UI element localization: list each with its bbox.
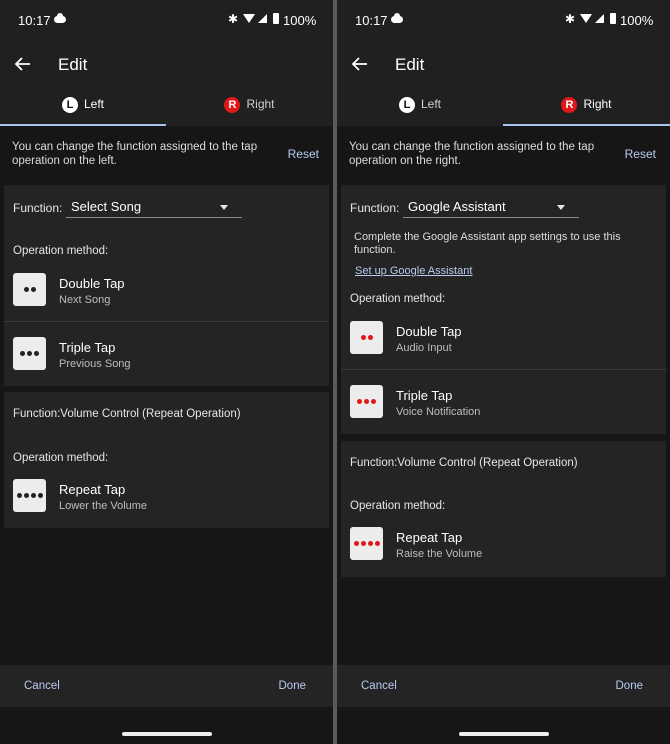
done-button[interactable]: Done <box>616 680 644 692</box>
signal-icon <box>595 14 604 23</box>
function-select[interactable]: Google Assistant <box>403 196 579 218</box>
tab-right-label: Right <box>246 97 275 111</box>
setup-assistant-link[interactable]: Set up Google Assistant <box>355 265 472 277</box>
status-time: 10:17 <box>355 13 388 28</box>
tab-left[interactable]: L Left <box>337 96 503 126</box>
operation-triple-tap: Triple Tap Voice Notification <box>341 370 666 434</box>
status-time: 10:17 <box>18 13 51 28</box>
operation-method-label: Operation method: <box>350 293 446 305</box>
function-label: Function: <box>350 201 400 215</box>
operation-triple-tap: Triple Tap Previous Song <box>4 322 329 386</box>
left-badge-icon: L <box>398 97 415 113</box>
bluetooth-icon: ✱ <box>565 12 576 26</box>
volume-card: Function:Volume Control (Repeat Operatio… <box>4 392 329 528</box>
double-tap-icon <box>13 273 46 306</box>
phone-screen-left: 10:17 ✱ 100% Edit L Left R Right You can… <box>0 0 333 744</box>
wifi-icon <box>243 14 255 23</box>
repeat-tap-icon <box>350 527 383 560</box>
gesture-nav-bar <box>0 707 333 744</box>
cloud-icon <box>54 13 66 23</box>
intro-description: You can change the function assigned to … <box>349 141 595 167</box>
bottom-action-bar: Cancel Done <box>337 665 670 707</box>
tab-left[interactable]: L Left <box>0 96 166 126</box>
bluetooth-icon: ✱ <box>228 12 239 26</box>
dropdown-caret-icon <box>557 205 565 210</box>
battery-percent: 100% <box>620 13 654 28</box>
bottom-action-bar: Cancel Done <box>0 665 333 707</box>
operation-sub: Voice Notification <box>396 406 481 418</box>
dropdown-caret-icon <box>220 205 228 210</box>
function-select-value: Select Song <box>71 199 142 214</box>
volume-function-label: Function:Volume Control (Repeat Operatio… <box>350 457 578 469</box>
battery-icon <box>273 13 279 24</box>
back-arrow-icon[interactable] <box>13 54 33 74</box>
operation-sub: Previous Song <box>59 358 131 370</box>
cancel-button[interactable]: Cancel <box>361 680 397 692</box>
tab-left-label: Left <box>420 97 441 111</box>
operation-method-label: Operation method: <box>350 500 446 512</box>
assistant-note: Complete the Google Assistant app settin… <box>354 231 621 256</box>
app-bar: Edit L Left R Right <box>337 40 670 126</box>
cancel-button[interactable]: Cancel <box>24 680 60 692</box>
operation-sub: Next Song <box>59 294 111 306</box>
function-card: Function: Google Assistant Complete the … <box>341 185 666 434</box>
status-bar: 10:17 ✱ 100% <box>0 0 333 40</box>
operation-sub: Audio Input <box>396 342 452 354</box>
volume-card: Function:Volume Control (Repeat Operatio… <box>341 441 666 577</box>
operation-method-label: Operation method: <box>13 245 109 257</box>
page-title: Edit <box>58 55 88 74</box>
intro-description: You can change the function assigned to … <box>12 141 258 167</box>
operation-name: Triple Tap <box>59 340 116 355</box>
repeat-tap-icon <box>13 479 46 512</box>
tab-right-label: Right <box>583 97 612 111</box>
operation-name: Triple Tap <box>396 388 453 403</box>
function-select[interactable]: Select Song <box>66 196 242 218</box>
operation-repeat-tap: Repeat Tap Raise the Volume <box>341 512 666 576</box>
operation-name: Repeat Tap <box>396 530 463 545</box>
home-gesture-handle[interactable] <box>122 732 212 736</box>
operation-double-tap: Double Tap Next Song <box>4 258 329 322</box>
left-badge-icon: L <box>61 97 78 113</box>
triple-tap-icon <box>350 385 383 418</box>
operation-repeat-tap: Repeat Tap Lower the Volume <box>4 464 329 528</box>
intro-section: You can change the function assigned to … <box>337 126 670 184</box>
operation-sub: Lower the Volume <box>59 500 148 512</box>
reset-button[interactable]: Reset <box>625 147 656 161</box>
page-title: Edit <box>395 55 425 74</box>
operation-name: Double Tap <box>59 276 125 291</box>
phone-screen-right: 10:17 ✱ 100% Edit L Left R Right You can… <box>337 0 670 744</box>
operation-sub: Raise the Volume <box>396 548 483 560</box>
intro-section: You can change the function assigned to … <box>0 126 333 184</box>
right-badge-icon: R <box>224 97 241 113</box>
app-bar: Edit L Left R Right <box>0 40 333 126</box>
function-select-value: Google Assistant <box>408 199 506 214</box>
function-card: Function: Select Song Operation method: … <box>4 185 329 386</box>
triple-tap-icon <box>13 337 46 370</box>
tab-left-label: Left <box>83 97 104 111</box>
operation-name: Double Tap <box>396 324 462 339</box>
battery-icon <box>610 13 616 24</box>
reset-button[interactable]: Reset <box>288 147 319 161</box>
signal-icon <box>258 14 267 23</box>
gesture-nav-bar <box>337 707 670 744</box>
operation-double-tap: Double Tap Audio Input <box>341 306 666 370</box>
battery-percent: 100% <box>283 13 317 28</box>
home-gesture-handle[interactable] <box>459 732 549 736</box>
status-bar: 10:17 ✱ 100% <box>337 0 670 40</box>
tab-right[interactable]: R Right <box>503 96 670 126</box>
cloud-icon <box>391 13 403 23</box>
back-arrow-icon[interactable] <box>350 54 370 74</box>
right-badge-icon: R <box>561 97 578 113</box>
wifi-icon <box>580 14 592 23</box>
volume-function-label: Function:Volume Control (Repeat Operatio… <box>13 408 241 420</box>
operation-name: Repeat Tap <box>59 482 126 497</box>
function-label: Function: <box>13 201 63 215</box>
tab-right[interactable]: R Right <box>166 96 333 126</box>
operation-method-label: Operation method: <box>13 452 109 464</box>
double-tap-icon <box>350 321 383 354</box>
done-button[interactable]: Done <box>279 680 307 692</box>
